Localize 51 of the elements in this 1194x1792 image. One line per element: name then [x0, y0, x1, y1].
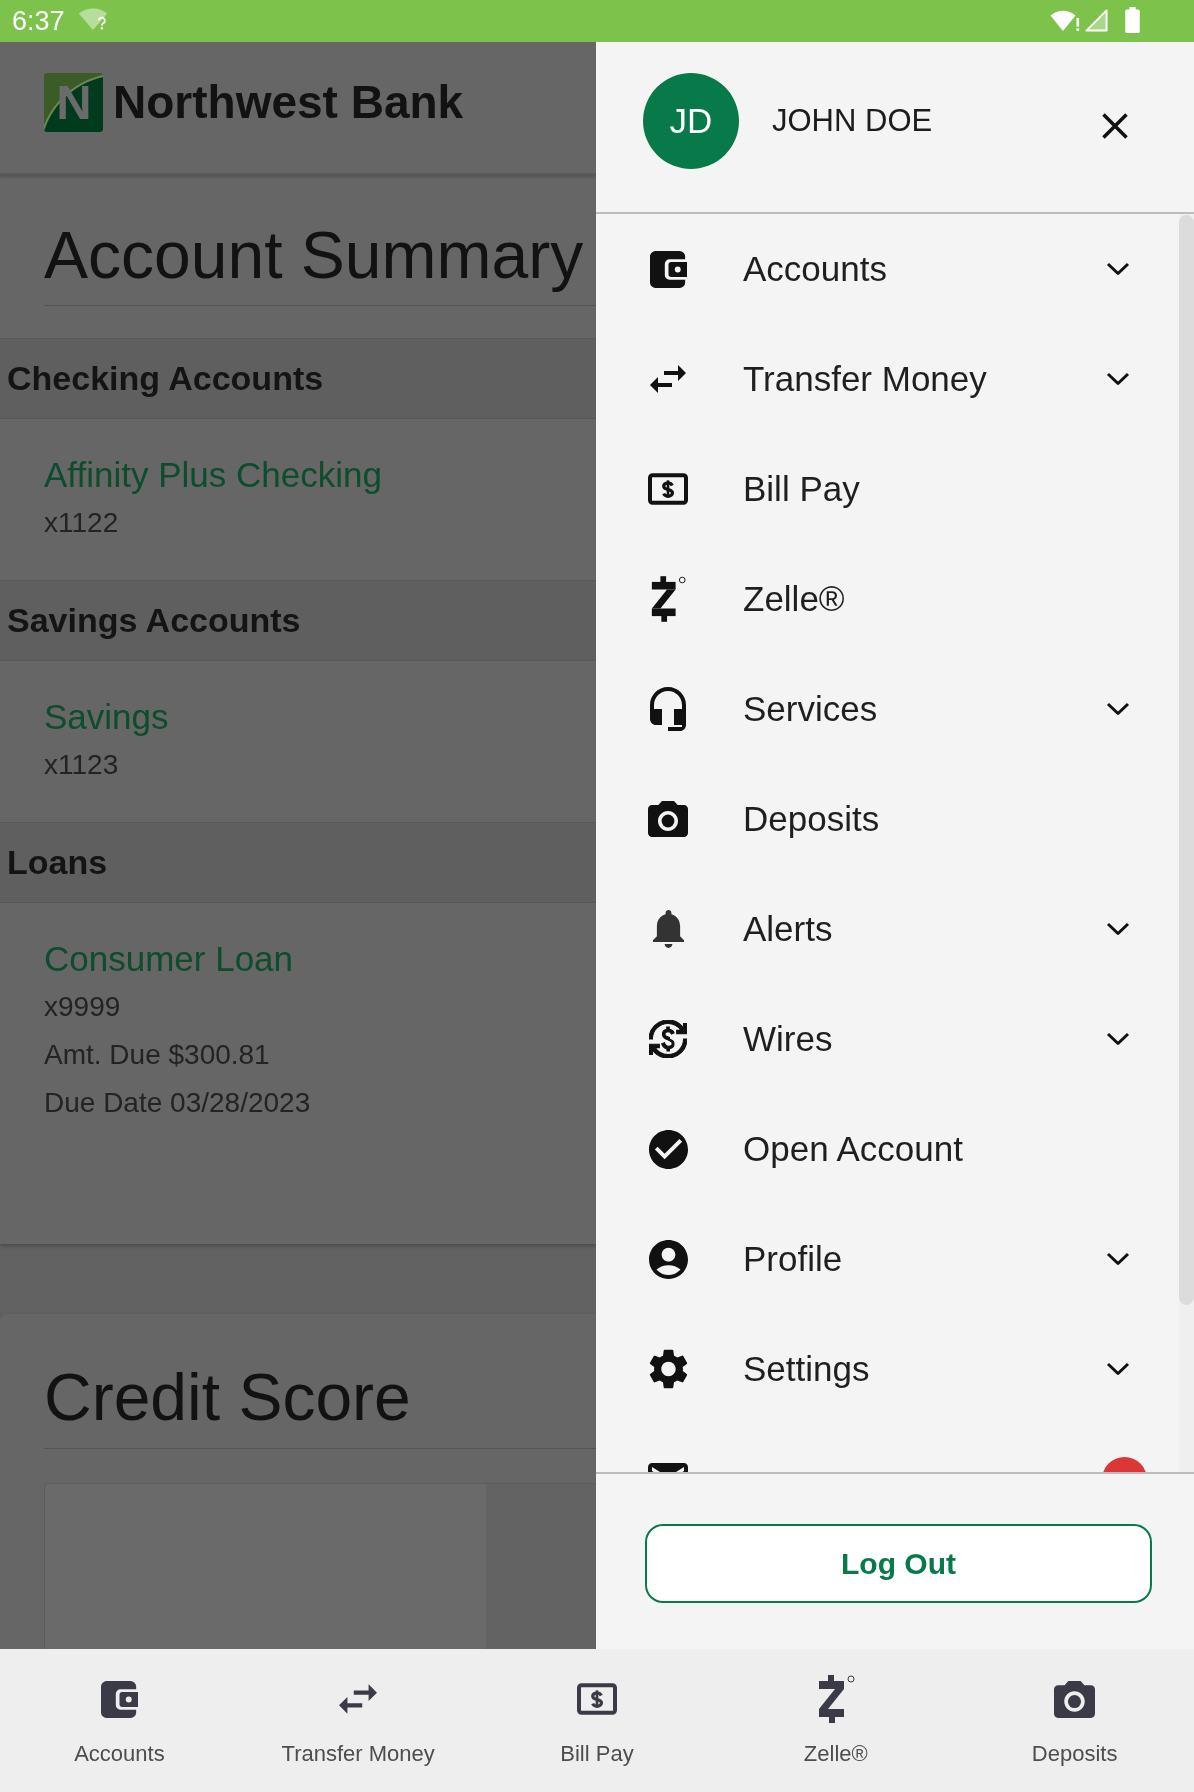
logo-mark: N: [44, 73, 103, 132]
wifi-icon: [1050, 8, 1080, 32]
menu-item[interactable]: Wires: [596, 984, 1179, 1094]
account-detail: Amt. Due $300.81: [44, 1038, 270, 1072]
menu-item[interactable]: Accounts: [596, 214, 1179, 324]
wallet-icon: [649, 250, 687, 288]
dollar-bill-icon: [577, 1683, 617, 1715]
swap-arrows-icon: [650, 365, 686, 393]
menu-item[interactable]: Transfer Money: [596, 324, 1179, 434]
menu-item[interactable]: Services: [596, 654, 1179, 764]
circular-arrows-dollar-icon: [649, 1020, 687, 1058]
account-number: x1123: [44, 748, 119, 782]
scrollbar-thumb[interactable]: [1179, 215, 1194, 1305]
account-number: x1122: [44, 506, 119, 540]
swap-arrows-icon: [339, 1684, 378, 1714]
camera-icon: [1054, 1680, 1096, 1718]
menu-item[interactable]: Alerts: [596, 874, 1179, 984]
menu-item[interactable]: Profile: [596, 1204, 1179, 1314]
dollar-bill-icon: [648, 473, 688, 505]
signal-icon: [1085, 8, 1108, 32]
avatar: JD: [643, 73, 739, 169]
account-detail: Due Date 03/28/2023: [44, 1086, 311, 1120]
z-logo-icon: [649, 576, 687, 622]
camera-icon: [648, 801, 688, 837]
account-number: x9999: [44, 990, 121, 1024]
close-icon: [1101, 112, 1129, 140]
nav-tab[interactable]: Accounts: [0, 1649, 239, 1792]
settings-icon: [648, 1349, 688, 1389]
section-header: Checking Accounts: [0, 338, 596, 419]
menu-item[interactable]: Open Account: [596, 1094, 1179, 1204]
nav-tab[interactable]: Deposits: [955, 1649, 1194, 1792]
nav-tab[interactable]: Bill Pay: [477, 1649, 717, 1792]
section-header: Loans: [0, 822, 596, 903]
wifi-icon: [77, 7, 108, 31]
headset-icon: [650, 687, 686, 731]
section-header: Savings Accounts: [0, 580, 596, 661]
brand-name: Northwest Bank: [113, 75, 464, 130]
bell-icon: [652, 910, 684, 948]
user-name: JOHN DOE: [772, 103, 933, 139]
menu-item[interactable]: Deposits: [596, 764, 1179, 874]
status-time: 6:37: [12, 5, 65, 38]
menu-item[interactable]: Zelle®: [596, 544, 1179, 654]
menu-item[interactable]: Bill Pay: [596, 434, 1179, 544]
close-button[interactable]: [1101, 112, 1129, 140]
nav-tab[interactable]: Zelle®: [716, 1649, 956, 1792]
logout-button[interactable]: Log Out: [645, 1524, 1152, 1603]
wallet-icon: [100, 1680, 138, 1718]
nav-tab[interactable]: Transfer Money: [238, 1649, 478, 1792]
card-title: Credit Score: [44, 1364, 411, 1430]
menu-item[interactable]: Settings: [596, 1314, 1179, 1424]
battery-icon: [1125, 7, 1140, 33]
